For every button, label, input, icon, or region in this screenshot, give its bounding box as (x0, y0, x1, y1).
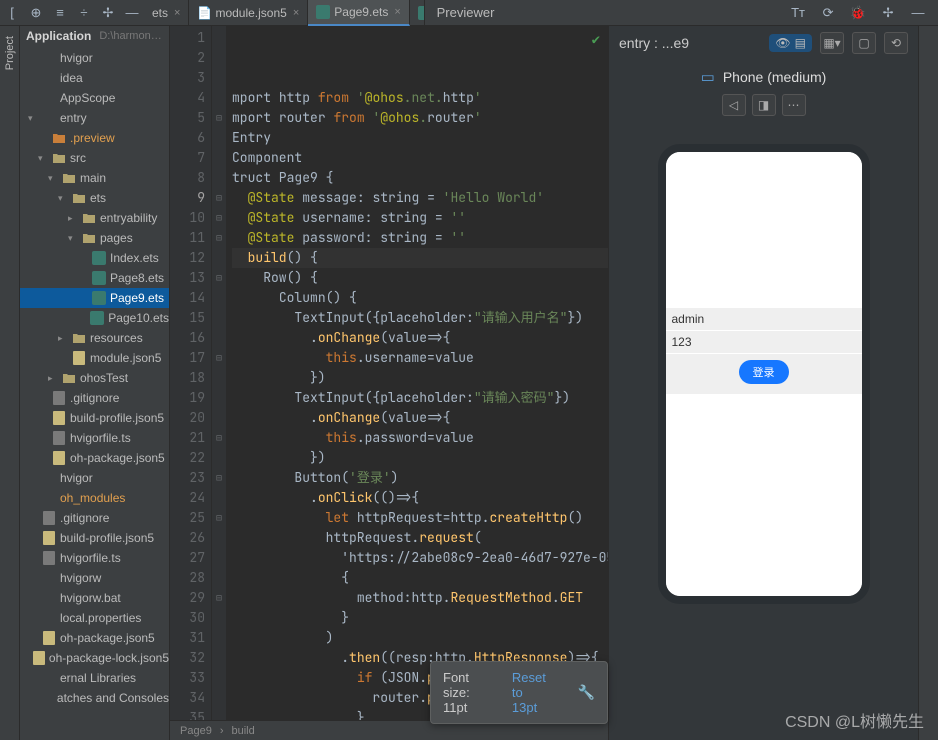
tree-node[interactable]: oh_modules (20, 488, 169, 508)
tree-node[interactable]: hvigor (20, 468, 169, 488)
entry-label: entry : ...e9 (619, 35, 689, 51)
tab-label: module.json5 (215, 6, 286, 20)
tree-node[interactable]: ▾ets (20, 188, 169, 208)
editor-tabs: ets × 📄 module.json5 × Page9.ets × Page1… (144, 0, 424, 26)
breadcrumb-seg[interactable]: build (231, 725, 254, 737)
close-icon[interactable]: × (174, 7, 180, 19)
crop-icon[interactable]: ▢ (852, 32, 876, 54)
line-gutter[interactable]: 1234567891011121314151617181920212223242… (170, 26, 212, 720)
preview-canvas: admin 123 登录 (609, 124, 918, 740)
layers-icon: ▤ (795, 36, 806, 50)
right-rail (918, 26, 938, 740)
refresh-icon[interactable]: ⟳ (818, 3, 838, 23)
breadcrumb-seg[interactable]: Page9 (180, 725, 212, 737)
tree-node[interactable]: ▸entryability (20, 208, 169, 228)
more-icon[interactable]: ⋯ (782, 94, 806, 116)
close-icon[interactable]: × (293, 7, 299, 19)
tree-node[interactable]: hvigor (20, 48, 169, 68)
tree-node[interactable]: hvigorw (20, 568, 169, 588)
tree-node[interactable]: ▾pages (20, 228, 169, 248)
preview-input-password[interactable]: 123 (666, 331, 862, 354)
tree-node[interactable]: hvigorfile.ts (20, 428, 169, 448)
tree-node[interactable]: oh-package.json5 (20, 628, 169, 648)
project-path: D:\harmonyX (99, 30, 163, 42)
project-tree[interactable]: hvigorideaAppScope▾entry.preview▾src▾mai… (20, 46, 169, 740)
chevron-right-icon: › (220, 725, 224, 737)
phone-frame: admin 123 登录 (658, 144, 870, 604)
tree-node[interactable]: ▸ohosTest (20, 368, 169, 388)
tree-node[interactable]: build-profile.json5 (20, 408, 169, 428)
left-rail: Project (0, 26, 20, 740)
tree-node[interactable]: build-profile.json5 (20, 528, 169, 548)
tree-node[interactable]: hvigorfile.ts (20, 548, 169, 568)
preview-login-button[interactable]: 登录 (739, 360, 789, 384)
top-toolbar: [ ⊕ ≡ ÷ ✢ — ets × 📄 module.json5 × Page9… (0, 0, 938, 26)
eye-icon: 👁 (775, 36, 790, 50)
json-icon: 📄 (197, 6, 211, 20)
project-name: Application (26, 29, 91, 43)
tree-node[interactable]: .gitignore (20, 388, 169, 408)
back-icon[interactable]: ◁ (722, 94, 746, 116)
tree-node[interactable]: ▾src (20, 148, 169, 168)
preview-input-username[interactable]: admin (666, 308, 862, 331)
split-icon[interactable]: ◨ (752, 94, 776, 116)
bug-icon[interactable]: 🐞 (848, 3, 868, 23)
tab-ets[interactable]: ets × (144, 0, 189, 26)
expand-icon[interactable]: ≡ (50, 3, 70, 23)
previewer-panel: entry : ...e9 👁 ▤ ▦▾ ▢ ⟲ ▭ Phone (medium… (608, 26, 918, 740)
previewer-title: Previewer (425, 5, 507, 20)
tt-icon[interactable]: Tᴛ (788, 3, 808, 23)
rail-project-label[interactable]: Project (4, 36, 16, 70)
tree-node[interactable]: Index.ets (20, 248, 169, 268)
tree-node[interactable]: AppScope (20, 88, 169, 108)
hide-icon[interactable]: — (908, 3, 928, 23)
tree-node[interactable]: .gitignore (20, 508, 169, 528)
tree-node[interactable]: Page8.ets (20, 268, 169, 288)
tree-node[interactable]: ▸resources (20, 328, 169, 348)
tree-node[interactable]: idea (20, 68, 169, 88)
tree-node[interactable]: hvigorw.bat (20, 588, 169, 608)
grid-icon[interactable]: ▦▾ (820, 32, 844, 54)
close-icon[interactable]: × (394, 6, 400, 18)
device-label: Phone (medium) (723, 69, 827, 85)
tree-node[interactable]: .preview (20, 128, 169, 148)
tree-node[interactable]: Page10.ets (20, 308, 169, 328)
tree-node[interactable]: atches and Consoles (20, 688, 169, 708)
code-area[interactable]: ✔ mport http from '@ohos.net.http'mport … (226, 26, 608, 720)
project-header[interactable]: Application D:\harmonyX (20, 26, 169, 46)
tree-node[interactable]: oh-package.json5 (20, 448, 169, 468)
gear-icon[interactable]: ✢ (98, 3, 118, 23)
tree-node[interactable]: ▾main (20, 168, 169, 188)
tree-node[interactable]: oh-package-lock.json5 (20, 648, 169, 668)
fold-gutter[interactable]: ⊟⊟⊟⊟⊟⊟⊟⊟⊟⊟ (212, 26, 226, 720)
tab-label: Page9.ets (334, 5, 388, 19)
tab-label: ets (152, 6, 168, 20)
tree-node[interactable]: module.json5 (20, 348, 169, 368)
hide-icon[interactable]: — (122, 3, 142, 23)
tree-node[interactable]: local.properties (20, 608, 169, 628)
collapse-icon[interactable]: [ (2, 3, 22, 23)
code-editor: 1234567891011121314151617181920212223242… (170, 26, 608, 740)
check-icon: ✔ (592, 30, 600, 50)
wrench-icon[interactable]: 🔧 (578, 684, 595, 701)
rotate-icon[interactable]: ⟲ (884, 32, 908, 54)
tree-node[interactable]: ernal Libraries (20, 668, 169, 688)
ets-icon (316, 5, 330, 19)
font-size-label: Font size: 11pt (443, 670, 482, 715)
project-panel: Application D:\harmonyX hvigorideaAppSco… (20, 26, 170, 740)
gear-icon[interactable]: ✢ (878, 3, 898, 23)
font-size-popup: Font size: 11pt Reset to 13pt 🔧 (430, 661, 608, 724)
divide-icon[interactable]: ÷ (74, 3, 94, 23)
target-icon[interactable]: ⊕ (26, 3, 46, 23)
tree-node[interactable]: Page9.ets (20, 288, 169, 308)
tab-page10[interactable]: Page10.ets × (410, 0, 424, 26)
inspect-toggle[interactable]: 👁 ▤ (769, 34, 812, 52)
reset-font-link[interactable]: Reset to 13pt (512, 670, 548, 715)
tab-module-json5[interactable]: 📄 module.json5 × (189, 0, 308, 26)
device-icon: ▭ (701, 68, 715, 86)
tree-node[interactable]: ▾entry (20, 108, 169, 128)
tab-page9[interactable]: Page9.ets × (308, 0, 409, 26)
